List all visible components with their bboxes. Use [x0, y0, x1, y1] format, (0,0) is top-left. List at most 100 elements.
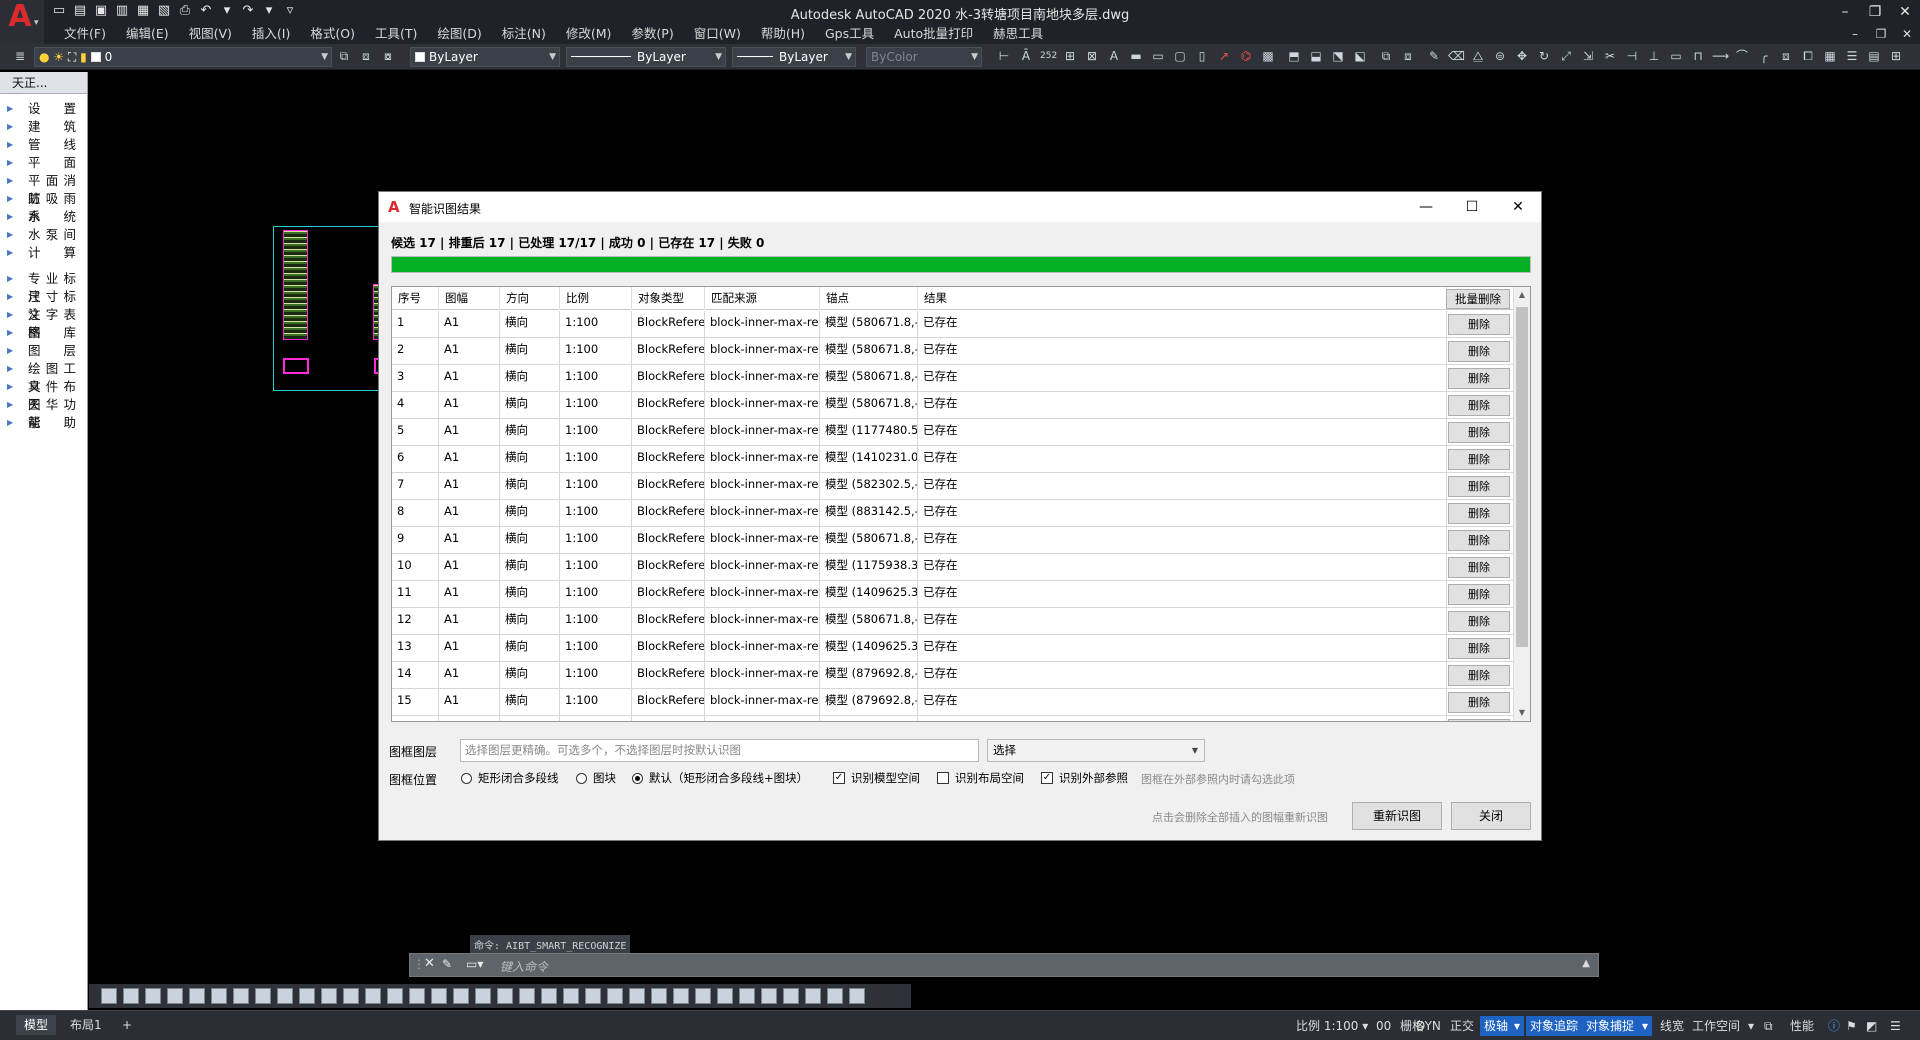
symbol-icon[interactable] [321, 988, 337, 1004]
rectangle-alt-icon[interactable]: ▯ [1194, 48, 1210, 64]
wrench-icon[interactable]: ✎ [442, 957, 452, 971]
properties-icon[interactable]: ▤ [1866, 48, 1882, 64]
isolate-icon[interactable]: ⧉ [1760, 1016, 1777, 1036]
table-row[interactable]: 5A1横向1:100BlockReferenceblock-inner-max-… [392, 419, 1514, 446]
table-row[interactable]: 8A1横向1:100BlockReferenceblock-inner-max-… [392, 500, 1514, 527]
table-icon[interactable]: ⊞ [1062, 48, 1078, 64]
text-style-icon[interactable]: Ā [1018, 48, 1034, 64]
layer-tool-icon[interactable] [145, 988, 161, 1004]
break-icon[interactable]: ⊥ [1646, 48, 1662, 64]
new-file-icon[interactable]: ▭ [50, 2, 68, 20]
mirror-icon[interactable]: ⧋ [1470, 48, 1486, 64]
align-right-icon[interactable]: ⬔ [1330, 48, 1346, 64]
trim-tool-icon[interactable]: ✂ [1602, 48, 1618, 64]
menu-item[interactable]: 绘图(D) [427, 24, 491, 44]
annotation-scale[interactable]: 比例 1:100 ▾ [1292, 1016, 1372, 1036]
delete-button[interactable]: 删除 [1448, 449, 1510, 470]
rotate-icon[interactable]: ↻ [1536, 48, 1552, 64]
panel-menu-item[interactable]: ▶ 图 库 [0, 324, 87, 342]
panel-header[interactable]: 天正... [0, 72, 87, 94]
scroll-up-icon[interactable]: ▲ [1514, 287, 1530, 303]
command-input[interactable]: 键入命令 [500, 958, 548, 975]
panel-menu-item[interactable]: ▶ 管 线 [0, 136, 87, 154]
delete-button[interactable]: 删除 [1448, 476, 1510, 497]
fillet-icon[interactable]: ╭ [1756, 48, 1772, 64]
hydrant-icon[interactable] [849, 988, 865, 1004]
scroll-thumb[interactable] [1516, 307, 1528, 647]
annotation-monitor-icon[interactable]: ⚑ [1842, 1016, 1861, 1036]
ortho-toggle[interactable]: 正交 [1446, 1016, 1478, 1036]
doc-restore-icon[interactable]: ❐ [1868, 24, 1894, 44]
checkbox-layout-space[interactable]: 识别布局空间 [937, 770, 1024, 786]
align-center-icon[interactable]: ⬓ [1308, 48, 1324, 64]
arrow-tool-icon[interactable] [453, 988, 469, 1004]
column-header[interactable]: 比例 [560, 287, 632, 310]
panel-menu-item[interactable]: ▶ 系 统 [0, 208, 87, 226]
workspace-dropdown-icon[interactable]: ▾ [1744, 1016, 1758, 1036]
distribute-icon[interactable]: ⬕ [1352, 48, 1368, 64]
radio-polyline[interactable]: 矩形闭合多段线 [461, 770, 559, 786]
info-icon[interactable]: ⓘ [1824, 1016, 1844, 1036]
cube-icon[interactable]: ⧈ [1778, 48, 1794, 64]
redo-icon[interactable]: ↷ [239, 2, 257, 20]
pump-icon[interactable] [541, 988, 557, 1004]
application-menu-button[interactable]: A ▾ [0, 0, 44, 44]
table-row[interactable]: 9A1横向1:100BlockReferenceblock-inner-max-… [392, 527, 1514, 554]
panel-menu-item[interactable]: ▶ 水 泵 间 [0, 226, 87, 244]
layer-properties-icon[interactable]: ≣ [12, 48, 28, 64]
grid-tool-icon[interactable]: ⊞ [1888, 48, 1904, 64]
restore-icon[interactable]: ❐ [1860, 0, 1890, 24]
drawing-sheet[interactable] [283, 230, 308, 340]
customize-qat-icon[interactable]: ▿ [281, 2, 299, 20]
menu-item[interactable]: 帮助(H) [751, 24, 815, 44]
doc-minimize-icon[interactable]: – [1842, 24, 1868, 44]
scale-text[interactable]: 252 [1040, 48, 1057, 64]
delete-button[interactable]: 删除 [1448, 557, 1510, 578]
table-row[interactable]: 10A1横向1:100BlockReferenceblock-inner-max… [392, 554, 1514, 581]
panel-menu-item[interactable]: ▶ 帮 助 [0, 414, 87, 432]
object-tracking-toggle[interactable]: 对象追踪 [1526, 1016, 1583, 1036]
menu-item[interactable]: 标注(N) [492, 24, 556, 44]
level-icon[interactable] [827, 988, 843, 1004]
hatch-icon[interactable]: ▩ [1260, 48, 1276, 64]
cm-icon[interactable]: ⊠ [1084, 48, 1100, 64]
layer-previous-icon[interactable]: ⧇ [380, 48, 396, 64]
batch-delete-button[interactable]: 批量删除 [1446, 289, 1510, 309]
delete-button[interactable]: 删除 [1448, 584, 1510, 605]
menu-item[interactable]: Auto批量打印 [884, 24, 983, 44]
lineweight-toggle[interactable]: 线宽 [1656, 1016, 1688, 1036]
panel-menu-item[interactable]: ▶ 图 层 [0, 342, 87, 360]
delete-button[interactable]: 删除 [1448, 341, 1510, 362]
menu-item[interactable]: 编辑(E) [116, 24, 179, 44]
panel-menu-item[interactable]: ▶ 文件布图 [0, 378, 87, 412]
panel-menu-item[interactable]: ▶ 平面消防 [0, 172, 87, 206]
node-icon[interactable] [783, 988, 799, 1004]
performance-toggle[interactable]: 性能 [1786, 1016, 1818, 1036]
dim-tool-icon[interactable] [167, 988, 183, 1004]
panel-menu-item[interactable]: ▶ 平 面 [0, 154, 87, 172]
column-header[interactable]: 锚点 [820, 287, 918, 310]
extend-icon[interactable]: ⊣ [1624, 48, 1640, 64]
close-icon[interactable]: ✕ [1495, 192, 1541, 222]
arrow-icon[interactable]: ↗ [1216, 48, 1232, 64]
tee-icon[interactable] [607, 988, 623, 1004]
align-left-icon[interactable]: ⬒ [1286, 48, 1302, 64]
stop-icon[interactable] [805, 988, 821, 1004]
move-icon[interactable]: ✥ [1514, 48, 1530, 64]
column-header[interactable]: 结果 [918, 287, 1447, 310]
menu-item[interactable]: 参数(P) [621, 24, 683, 44]
column-header[interactable]: 匹配来源 [705, 287, 820, 310]
menu-item[interactable]: 赫思工具 [983, 24, 1053, 44]
table-row[interactable]: 1A1横向1:100BlockReferenceblock-inner-max-… [392, 311, 1514, 338]
doc-close-icon[interactable]: ✕ [1894, 24, 1920, 44]
radio-default[interactable]: 默认（矩形闭合多段线+图块） [632, 770, 808, 786]
scroll-down-icon[interactable]: ▼ [1514, 705, 1530, 721]
linetype-dropdown[interactable]: ByLayer ▼ [566, 47, 726, 67]
delete-button[interactable]: 删除 [1448, 530, 1510, 551]
panel-menu-item[interactable]: ▶ 文字表格 [0, 306, 87, 340]
valve-icon[interactable] [387, 988, 403, 1004]
layer-select[interactable]: 选择 ▼ [987, 739, 1205, 762]
line-icon[interactable]: ⟶ [1712, 48, 1729, 64]
column-header[interactable]: 方向 [500, 287, 560, 310]
lineweight-dropdown[interactable]: ByLayer ▼ [732, 47, 856, 67]
